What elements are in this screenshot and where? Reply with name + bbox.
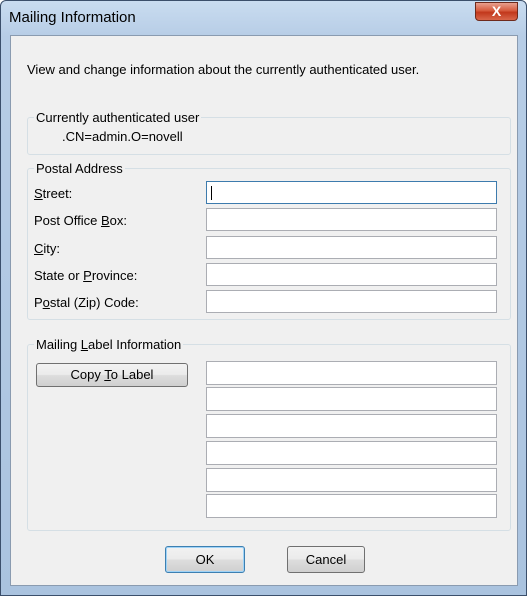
cancel-button[interactable]: Cancel [287, 546, 365, 573]
close-button[interactable]: X [475, 2, 518, 21]
street-label: Street: [34, 186, 73, 201]
current-user-legend: Currently authenticated user [34, 110, 202, 125]
text-caret [211, 186, 212, 200]
label-line-6[interactable] [206, 494, 497, 518]
postal-address-legend: Postal Address [34, 161, 125, 176]
copy-to-label-button[interactable]: Copy To Label [36, 363, 188, 387]
postal-code-label: Postal (Zip) Code: [34, 295, 139, 310]
city-label: City: [34, 241, 61, 256]
current-user-group: Currently authenticated user .CN=admin.O… [27, 110, 511, 155]
state-province-input[interactable] [206, 263, 497, 286]
label-line-4[interactable] [206, 441, 497, 465]
po-box-label: Post Office Box: [34, 213, 127, 228]
close-icon: X [491, 3, 502, 19]
label-line-5[interactable] [206, 468, 497, 492]
po-box-input[interactable] [206, 208, 497, 231]
label-line-1[interactable] [206, 361, 497, 385]
window-title: Mailing Information [9, 9, 136, 26]
mailing-label-legend: Mailing Label Information [34, 337, 184, 352]
ok-button[interactable]: OK [165, 546, 245, 573]
street-input[interactable] [206, 181, 497, 204]
label-line-2[interactable] [206, 387, 497, 411]
city-input[interactable] [206, 236, 497, 259]
label-line-3[interactable] [206, 414, 497, 438]
state-province-label: State or Province: [34, 268, 138, 283]
title-bar[interactable]: Mailing Information X [1, 1, 526, 35]
postal-code-input[interactable] [206, 290, 497, 313]
current-user-value: .CN=admin.O=novell [62, 129, 183, 144]
intro-text: View and change information about the cu… [27, 62, 420, 77]
